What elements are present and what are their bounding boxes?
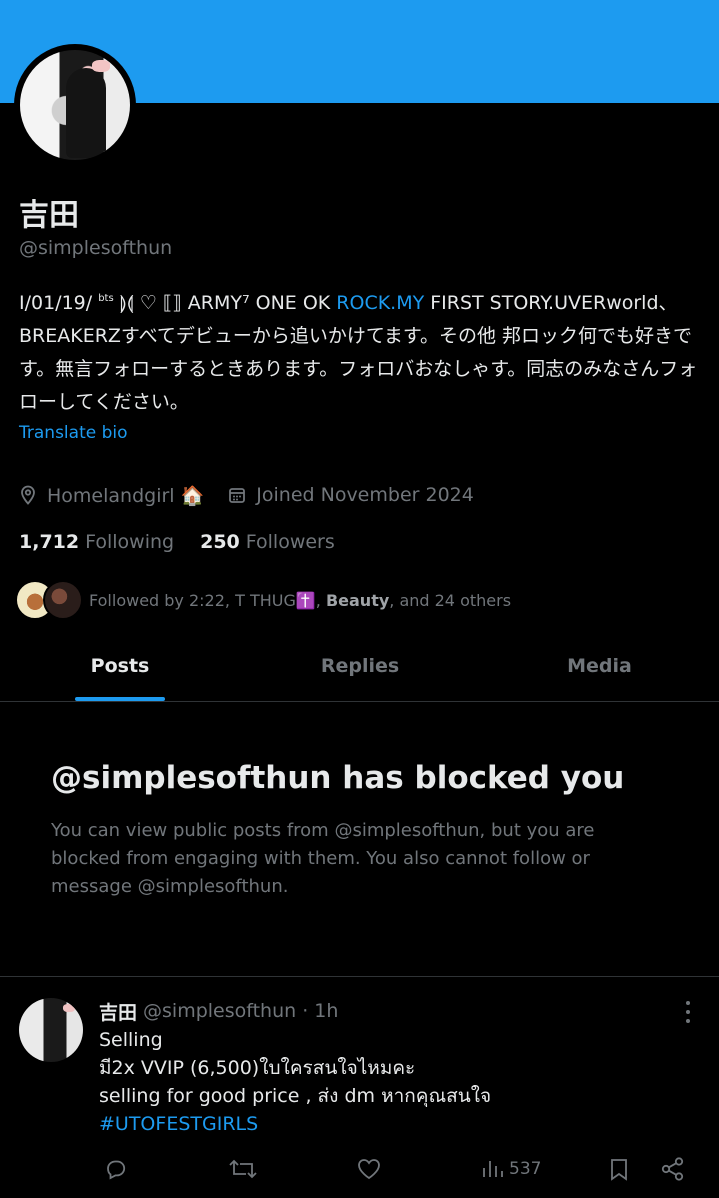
display-name: 吉田 [19,198,79,233]
like-button[interactable] [356,1152,382,1186]
more-vertical-icon[interactable] [680,1001,696,1023]
divider [0,976,719,977]
following-count[interactable]: 1,712 [19,531,79,553]
profile-tabs: Posts Replies Media [0,640,719,702]
views-button[interactable]: 537 [480,1152,541,1186]
bookmark-icon [611,1159,627,1181]
tweet-body: Selling มี2x VVIP (6,500)ใบใครสนใจไหมคะ … [99,1026,699,1138]
tweet-handle-time[interactable]: @simplesofthun · 1h [143,1000,338,1022]
bio-text: ⟭⟬ ♡ ⟦⟧ ARMY⁷ ONE OK [113,292,337,314]
views-count: 537 [509,1159,542,1179]
retweet-icon [229,1159,257,1179]
calendar-icon [229,488,246,503]
followed-by-suffix: , and 24 others [389,590,512,610]
location-pin-icon [21,485,35,505]
followed-by-text: Followed by 2:22, T THUG✝️, Beauty, and … [89,591,511,610]
tab-posts[interactable]: Posts [0,640,240,701]
tweet-line: Selling [99,1029,163,1051]
translate-bio-link[interactable]: Translate bio [19,423,128,443]
joined-date: Joined November 2024 [228,484,474,506]
reply-icon [107,1160,126,1180]
profile-bio: I/01/19/ bts ⟭⟬ ♡ ⟦⟧ ARMY⁷ ONE OK ROCK.M… [19,282,709,419]
reply-button[interactable] [104,1152,128,1186]
tweet-actions: 537 [100,1152,700,1186]
tweet-author-name[interactable]: 吉田 [99,998,137,1025]
bio-superscript: bts [98,293,114,304]
profile-avatar[interactable] [20,50,130,160]
bookmark-button[interactable] [608,1152,630,1186]
heart-icon [358,1159,380,1180]
tab-media[interactable]: Media [480,640,719,701]
tweet-line: selling for good price , ส่ง dm หากคุณสน… [99,1085,492,1107]
followers-count[interactable]: 250 [200,531,240,553]
retweet-button[interactable] [228,1152,258,1186]
bio-text: I/01/19/ [19,292,99,314]
blocked-description: You can view public posts from @simpleso… [51,820,595,897]
profile-handle: @simplesofthun [19,237,173,259]
follow-counts: 1,712 Following 250 Followers [19,528,361,556]
followed-by-prefix: Followed by 2:22, T THUG✝️, [89,590,326,610]
tab-replies[interactable]: Replies [240,640,480,701]
location-text: Homelandgirl 🏠 [47,484,205,507]
profile-meta: Homelandgirl 🏠 Joined November 2024 [19,481,498,509]
followed-by-name: Beauty [325,590,390,610]
tweet-hashtag[interactable]: #UTOFESTGIRLS [99,1110,699,1138]
followed-by[interactable]: Followed by 2:22, T THUG✝️, Beauty, and … [15,580,511,620]
followers-label[interactable]: Followers [246,531,335,553]
location: Homelandgirl 🏠 [19,484,204,507]
blocked-title: @simplesofthun has blocked you [51,760,625,796]
views-chart-icon [483,1161,503,1177]
bio-link[interactable]: ROCK.MY [336,292,424,314]
share-button[interactable] [660,1152,686,1186]
tweet-header: 吉田 @simplesofthun · 1h [99,997,338,1025]
joined-text: Joined November 2024 [256,484,474,506]
following-label[interactable]: Following [85,531,174,553]
share-icon [661,1157,684,1181]
tweet-avatar[interactable] [19,998,83,1062]
follower-avatar [43,580,83,620]
tweet-line: มี2x VVIP (6,500)ใบใครสนใจไหมคะ [99,1057,416,1079]
